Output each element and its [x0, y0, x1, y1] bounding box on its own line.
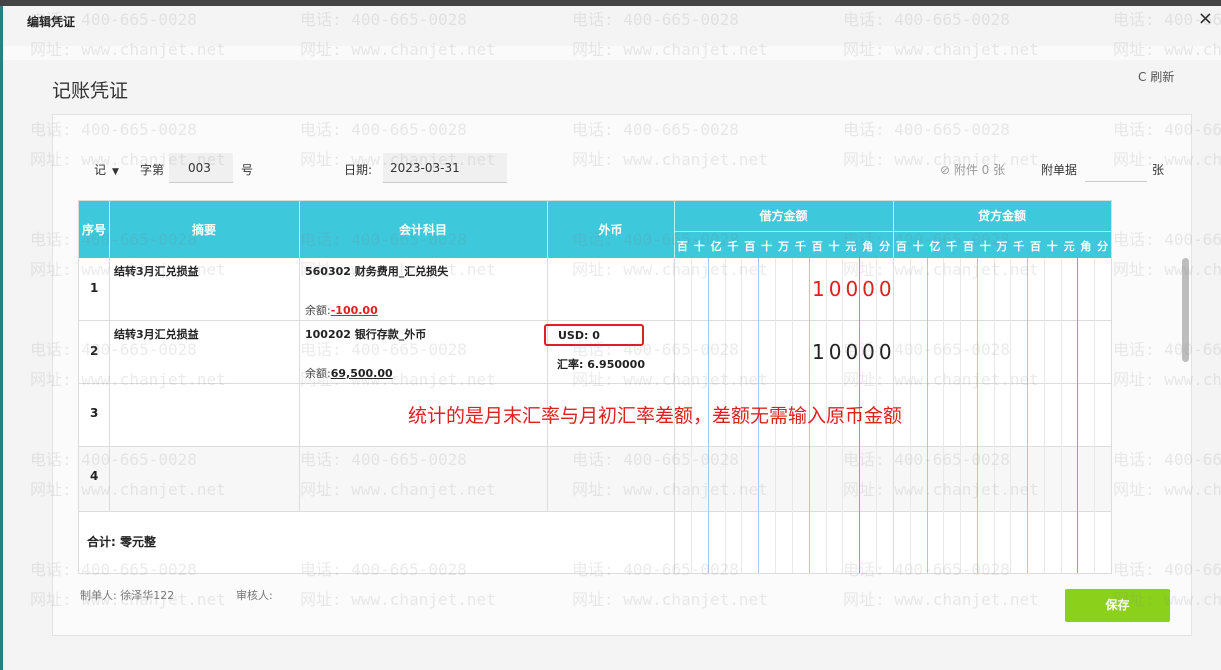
- header-col-divider: [299, 201, 300, 258]
- digit-unit-header: 十: [693, 240, 705, 253]
- col-divider: [109, 258, 110, 512]
- header-currency: 外币: [598, 223, 623, 237]
- table-row[interactable]: [79, 258, 1111, 321]
- row-summary[interactable]: 结转3月汇兑损益: [114, 326, 199, 342]
- date-input[interactable]: 2023-03-31: [383, 153, 507, 183]
- digit-unit-header: 百: [962, 240, 974, 253]
- header-credit: 贷方金额: [977, 209, 1026, 223]
- digit-unit-header: 角: [1080, 240, 1092, 253]
- page-title: 记账凭证: [52, 80, 129, 102]
- row-seq: 2: [90, 344, 99, 358]
- digit-grid-line: [960, 258, 962, 573]
- reviewer-label: 审核人:: [236, 589, 273, 602]
- fudan-count-input[interactable]: [1085, 155, 1147, 182]
- digit-unit-header: 元: [845, 240, 857, 253]
- digit-unit-header: 百: [895, 240, 907, 253]
- digit-unit-header: 万: [996, 240, 1008, 253]
- col-divider: [547, 258, 548, 512]
- digit-grid-line: [909, 258, 911, 573]
- header-seq: 序号: [81, 223, 106, 237]
- header-summary: 摘要: [191, 223, 216, 237]
- credit-amount[interactable]: 10000: [812, 340, 896, 364]
- balance-value: -100.00: [330, 304, 378, 317]
- digit-grid-line: [1060, 258, 1062, 573]
- digit-unit-header: 千: [946, 240, 958, 253]
- digit-unit-header: 亿: [929, 240, 941, 253]
- digit-unit-header: 元: [1063, 240, 1075, 253]
- row-summary[interactable]: 结转3月汇兑损益: [114, 263, 199, 279]
- digit-grid-line: [993, 258, 995, 573]
- dialog-header-band: [3, 46, 1221, 60]
- digit-unit-header: 分: [1097, 240, 1109, 253]
- row-seq: 1: [90, 281, 99, 295]
- balance-label: 余额:: [305, 367, 331, 380]
- annotation-text: 统计的是月末汇率与月初汇率差额，差额无需输入原币金额: [408, 405, 903, 427]
- zhang-label: 张: [1152, 163, 1165, 177]
- digit-unit-header: 十: [912, 240, 924, 253]
- digit-unit-header: 亿: [710, 240, 722, 253]
- digit-unit-header: 分: [879, 240, 891, 253]
- digit-unit-header: 千: [1013, 240, 1025, 253]
- total-amount: 合计: 零元整: [87, 535, 156, 549]
- save-button[interactable]: 保存: [1065, 589, 1170, 622]
- digit-grid-line: [943, 258, 945, 573]
- debit-amount[interactable]: 10000: [812, 277, 896, 301]
- total-row: [79, 512, 1111, 573]
- currency-amount-input[interactable]: USD: 0: [544, 324, 644, 346]
- chevron-down-icon: ▼: [112, 167, 119, 177]
- digit-unit-header: 角: [862, 240, 874, 253]
- refresh-button[interactable]: C 刷新: [1138, 68, 1174, 85]
- header-col-divider: [547, 201, 548, 258]
- digit-grid-line: [926, 258, 928, 573]
- digit-unit-header: 十: [761, 240, 773, 253]
- row-seq: 3: [90, 406, 99, 420]
- digit-unit-header: 百: [744, 240, 756, 253]
- digit-unit-header: 十: [828, 240, 840, 253]
- digit-unit-header: 千: [727, 240, 739, 253]
- digit-grid-line: [1043, 258, 1045, 573]
- digit-unit-header: 百: [811, 240, 823, 253]
- digit-unit-header: 十: [979, 240, 991, 253]
- voucher-type-select[interactable]: 记 ▼: [94, 161, 119, 178]
- balance-value: 69,500.00: [330, 367, 393, 380]
- zi-label: 字第: [140, 163, 165, 177]
- table-header: 序号 摘要 会计科目 外币 借方金额 贷方金额 百十亿千百十万千百十元角分百十亿…: [79, 201, 1111, 258]
- table-row[interactable]: [79, 447, 1111, 512]
- digit-unit-header: 百: [676, 240, 688, 253]
- digit-unit-header: 千: [794, 240, 806, 253]
- digit-grid-line: [976, 258, 978, 573]
- exchange-rate[interactable]: 汇率: 6.950000: [557, 356, 645, 372]
- digit-unit-header: 十: [1046, 240, 1058, 253]
- date-label: 日期:: [344, 163, 373, 177]
- voucher-type-value: 记: [94, 163, 107, 177]
- digit-grid-line: [1027, 258, 1029, 573]
- maker-label: 制单人: 徐泽华122: [80, 589, 175, 602]
- row-balance: 余额:69,500.00: [305, 365, 393, 381]
- header-debit: 借方金额: [759, 209, 808, 223]
- digit-grid-line: [1010, 258, 1012, 573]
- attachment-link[interactable]: ⊘ 附件 0 张: [940, 161, 1005, 178]
- col-divider: [299, 258, 300, 512]
- balance-label: 余额:: [305, 304, 331, 317]
- digit-grid-line: [1094, 258, 1096, 573]
- header-col-divider: [109, 201, 110, 258]
- voucher-table: 序号 摘要 会计科目 外币 借方金额 贷方金额 百十亿千百十万千百十元角分百十亿…: [78, 200, 1112, 574]
- digit-grid-line: [1077, 258, 1079, 573]
- row-account[interactable]: 560302 财务费用_汇兑损失: [305, 263, 448, 279]
- scrollbar-thumb[interactable]: [1182, 258, 1189, 362]
- close-icon[interactable]: ×: [1198, 10, 1213, 28]
- row-seq: 4: [90, 469, 99, 483]
- dialog-title: 编辑凭证: [27, 15, 76, 29]
- voucher-number-input[interactable]: 003: [169, 153, 233, 183]
- header-account: 会计科目: [398, 223, 447, 237]
- row-account[interactable]: 100202 银行存款_外币: [305, 326, 426, 342]
- hao-label: 号: [241, 163, 254, 177]
- digit-unit-header: 万: [777, 240, 789, 253]
- fudan-label: 附单据: [1041, 163, 1078, 177]
- row-balance: 余额:-100.00: [305, 302, 378, 318]
- digit-unit-header: 百: [1030, 240, 1042, 253]
